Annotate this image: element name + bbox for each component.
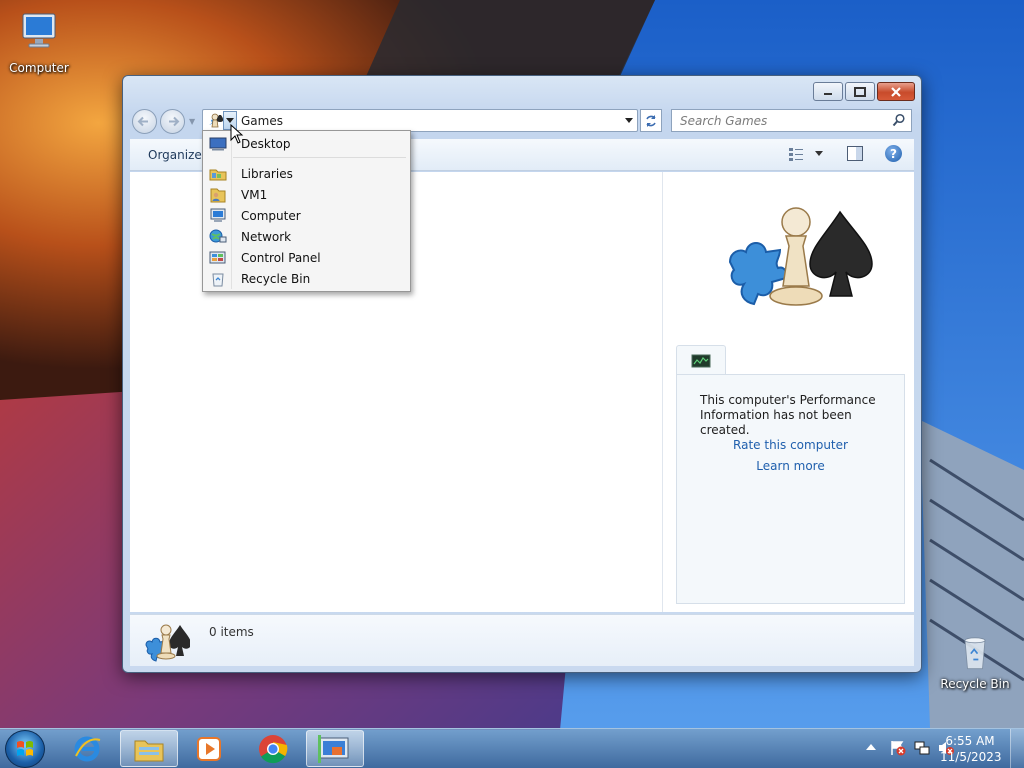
taskbar: 6:55 AM 11/5/2023 — [0, 728, 1024, 768]
menu-separator — [233, 157, 406, 158]
network-icon — [209, 229, 227, 242]
address-current-location[interactable]: Games — [241, 114, 283, 128]
recent-pages-button[interactable]: ▼ — [189, 117, 195, 126]
windows-explorer-icon — [134, 740, 164, 761]
item-count: 0 items — [209, 625, 254, 639]
games-logo-icon — [145, 624, 190, 662]
clock-time: 6:55 AM — [945, 734, 995, 748]
menu-item-libraries[interactable]: Libraries — [205, 163, 408, 184]
forward-button[interactable] — [160, 109, 185, 134]
desktop-icon-computer[interactable]: Computer — [1, 8, 77, 75]
menu-item-computer[interactable]: Computer — [205, 205, 408, 226]
taskbar-games-explorer[interactable] — [306, 730, 364, 767]
menu-item-control-panel[interactable]: Control Panel — [205, 247, 408, 268]
close-icon — [891, 86, 901, 97]
learn-more-link[interactable]: Learn more — [677, 459, 904, 473]
taskbar-media-player[interactable] — [180, 730, 238, 767]
forward-arrow-icon — [169, 116, 180, 127]
chevron-down-icon — [226, 117, 234, 123]
menu-item-label: Libraries — [241, 166, 293, 181]
breadcrumb-dropdown-menu: Desktop Libraries VM1 Computer Network C… — [202, 130, 411, 292]
media-player-icon — [197, 736, 221, 761]
refresh-button[interactable] — [640, 109, 662, 132]
desktop-icon-recycle-bin[interactable]: Recycle Bin — [937, 632, 1013, 691]
search-placeholder: Search Games — [680, 114, 768, 128]
address-history-dropdown-icon[interactable] — [625, 118, 633, 123]
recycle-bin-icon — [212, 273, 224, 286]
desktop-icon-label: Recycle Bin — [940, 677, 1010, 691]
taskbar-chrome[interactable] — [244, 730, 302, 767]
menu-item-label: VM1 — [241, 187, 268, 202]
refresh-icon — [646, 114, 656, 127]
windows-logo-icon — [17, 741, 33, 756]
desktop-icon — [209, 137, 227, 150]
maximize-button[interactable] — [845, 82, 875, 101]
menu-item-label: Computer — [241, 208, 301, 223]
control-panel-icon — [209, 251, 226, 263]
performance-message: This computer's Performance Information … — [700, 393, 876, 437]
menu-item-label: Control Panel — [241, 250, 321, 265]
menu-item-label: Network — [241, 229, 292, 244]
mouse-cursor-icon — [230, 124, 244, 144]
address-bar[interactable]: Games — [202, 109, 638, 132]
games-logo-icon — [728, 207, 873, 306]
show-desktop-button[interactable] — [1010, 729, 1024, 768]
start-button[interactable] — [5, 730, 45, 768]
back-button[interactable] — [132, 109, 157, 134]
restore-icon — [854, 86, 866, 97]
libraries-icon — [209, 169, 227, 180]
rate-this-computer-link[interactable]: Rate this computer — [677, 438, 904, 452]
taskbar-internet-explorer[interactable] — [58, 730, 116, 767]
show-hidden-icons-icon[interactable] — [866, 743, 876, 751]
taskbar-windows-explorer[interactable] — [120, 730, 178, 767]
desktop-icon-label: Computer — [9, 61, 69, 75]
search-icon[interactable] — [892, 113, 906, 127]
computer-icon — [210, 208, 226, 222]
action-center-flag-icon[interactable] — [890, 740, 906, 756]
system-clock[interactable]: 6:55 AM 11/5/2023 — [940, 733, 1002, 765]
clock-date: 11/5/2023 — [940, 750, 1002, 764]
change-view-button[interactable] — [789, 147, 823, 161]
chevron-down-icon — [815, 150, 823, 156]
caption-buttons — [813, 82, 915, 101]
performance-meter-icon — [691, 354, 711, 367]
back-arrow-icon — [137, 116, 148, 127]
preview-pane-toggle-icon[interactable] — [847, 146, 863, 161]
chrome-icon — [259, 734, 288, 763]
performance-tab[interactable] — [676, 345, 726, 375]
preview-pane: This computer's Performance Information … — [664, 172, 914, 612]
user-folder-icon — [210, 188, 226, 202]
menu-item-recycle-bin[interactable]: Recycle Bin — [205, 268, 408, 289]
minimize-button[interactable] — [813, 82, 843, 101]
games-folder-icon — [209, 113, 224, 127]
internet-explorer-icon — [74, 736, 101, 761]
system-tray: 6:55 AM 11/5/2023 — [824, 729, 1024, 768]
help-icon[interactable]: ? — [885, 145, 902, 162]
computer-icon — [22, 13, 56, 48]
minimize-icon — [824, 92, 832, 95]
performance-info-box: This computer's Performance Information … — [676, 374, 905, 604]
organize-button[interactable]: Organize — [148, 148, 202, 162]
recycle-bin-icon — [964, 637, 986, 670]
details-pane: 0 items — [130, 614, 914, 666]
search-box[interactable]: Search Games — [671, 109, 912, 132]
close-button[interactable] — [877, 82, 915, 101]
menu-item-vm1[interactable]: VM1 — [205, 184, 408, 205]
view-options-icon — [789, 147, 803, 161]
network-status-icon[interactable] — [914, 740, 930, 756]
menu-item-network[interactable]: Network — [205, 226, 408, 247]
menu-item-label: Recycle Bin — [241, 271, 311, 286]
games-explorer-icon — [318, 734, 349, 763]
